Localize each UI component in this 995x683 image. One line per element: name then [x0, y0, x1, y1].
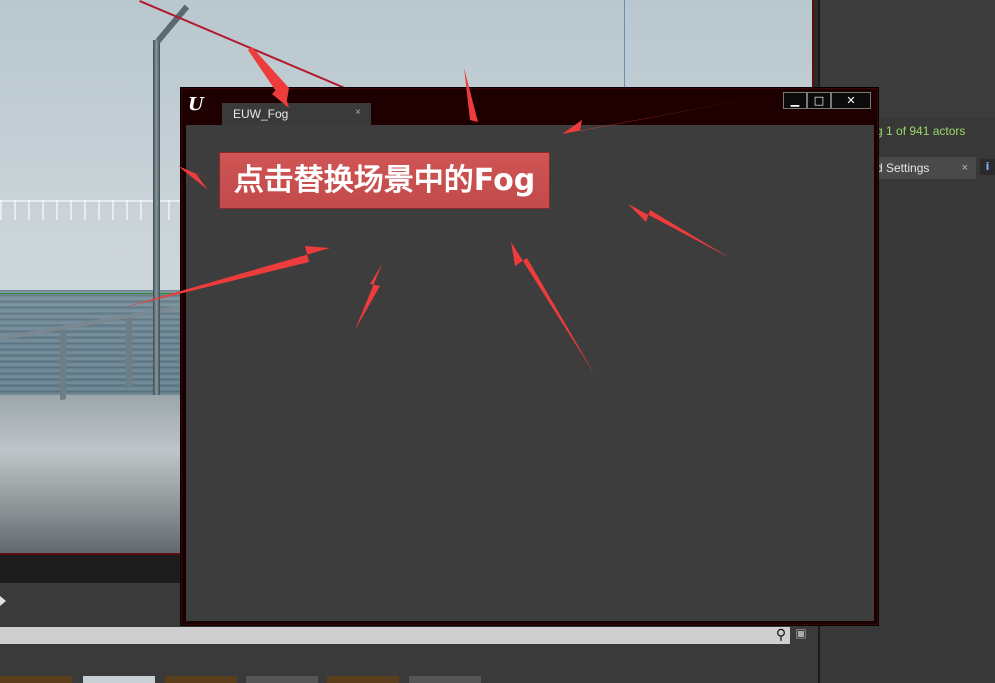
actor-count-label: g 1 of 941 actors	[876, 124, 966, 138]
asset-thumbnail[interactable]	[165, 676, 237, 683]
search-input[interactable]	[0, 627, 790, 644]
unreal-logo-icon: U	[188, 94, 204, 115]
euw-fog-window: U EUW_Fog × ▁ □ ✕ 点击替换场景中的Fog	[181, 88, 878, 625]
asset-thumbnail[interactable]	[327, 676, 399, 683]
play-arrow-icon[interactable]	[0, 596, 6, 606]
asset-thumbnails	[0, 676, 481, 683]
window-controls: ▁ □ ✕	[783, 92, 873, 109]
tab-label: d Settings	[876, 161, 930, 175]
replace-fog-button[interactable]: 点击替换场景中的Fog	[219, 152, 550, 209]
close-button[interactable]: ✕	[831, 92, 871, 109]
widget-content-area: 点击替换场景中的Fog	[186, 125, 874, 621]
editor-screen: ⚲ ▣ g 1 of 941 actors d Settings × i U E…	[0, 0, 995, 683]
search-icon[interactable]: ⚲	[772, 627, 790, 644]
asset-thumbnail[interactable]	[83, 676, 155, 683]
tab-label: EUW_Fog	[233, 107, 289, 121]
tab-euw-fog[interactable]: EUW_Fog ×	[222, 103, 371, 125]
asset-thumbnail[interactable]	[246, 676, 318, 683]
asset-thumbnail[interactable]	[0, 676, 72, 683]
tab-world-settings[interactable]: d Settings ×	[876, 157, 976, 179]
close-icon[interactable]: ×	[355, 107, 361, 118]
save-icon[interactable]: ▣	[794, 626, 808, 640]
scene-lamp-pole	[153, 40, 160, 395]
minimize-button[interactable]: ▁	[783, 92, 807, 109]
scene-blue-guide	[624, 0, 625, 100]
info-icon[interactable]: i	[980, 159, 995, 175]
close-icon[interactable]: ×	[962, 157, 968, 179]
asset-thumbnail[interactable]	[409, 676, 481, 683]
maximize-button[interactable]: □	[807, 92, 831, 109]
window-title-bar[interactable]: U EUW_Fog × ▁ □ ✕	[182, 89, 877, 125]
